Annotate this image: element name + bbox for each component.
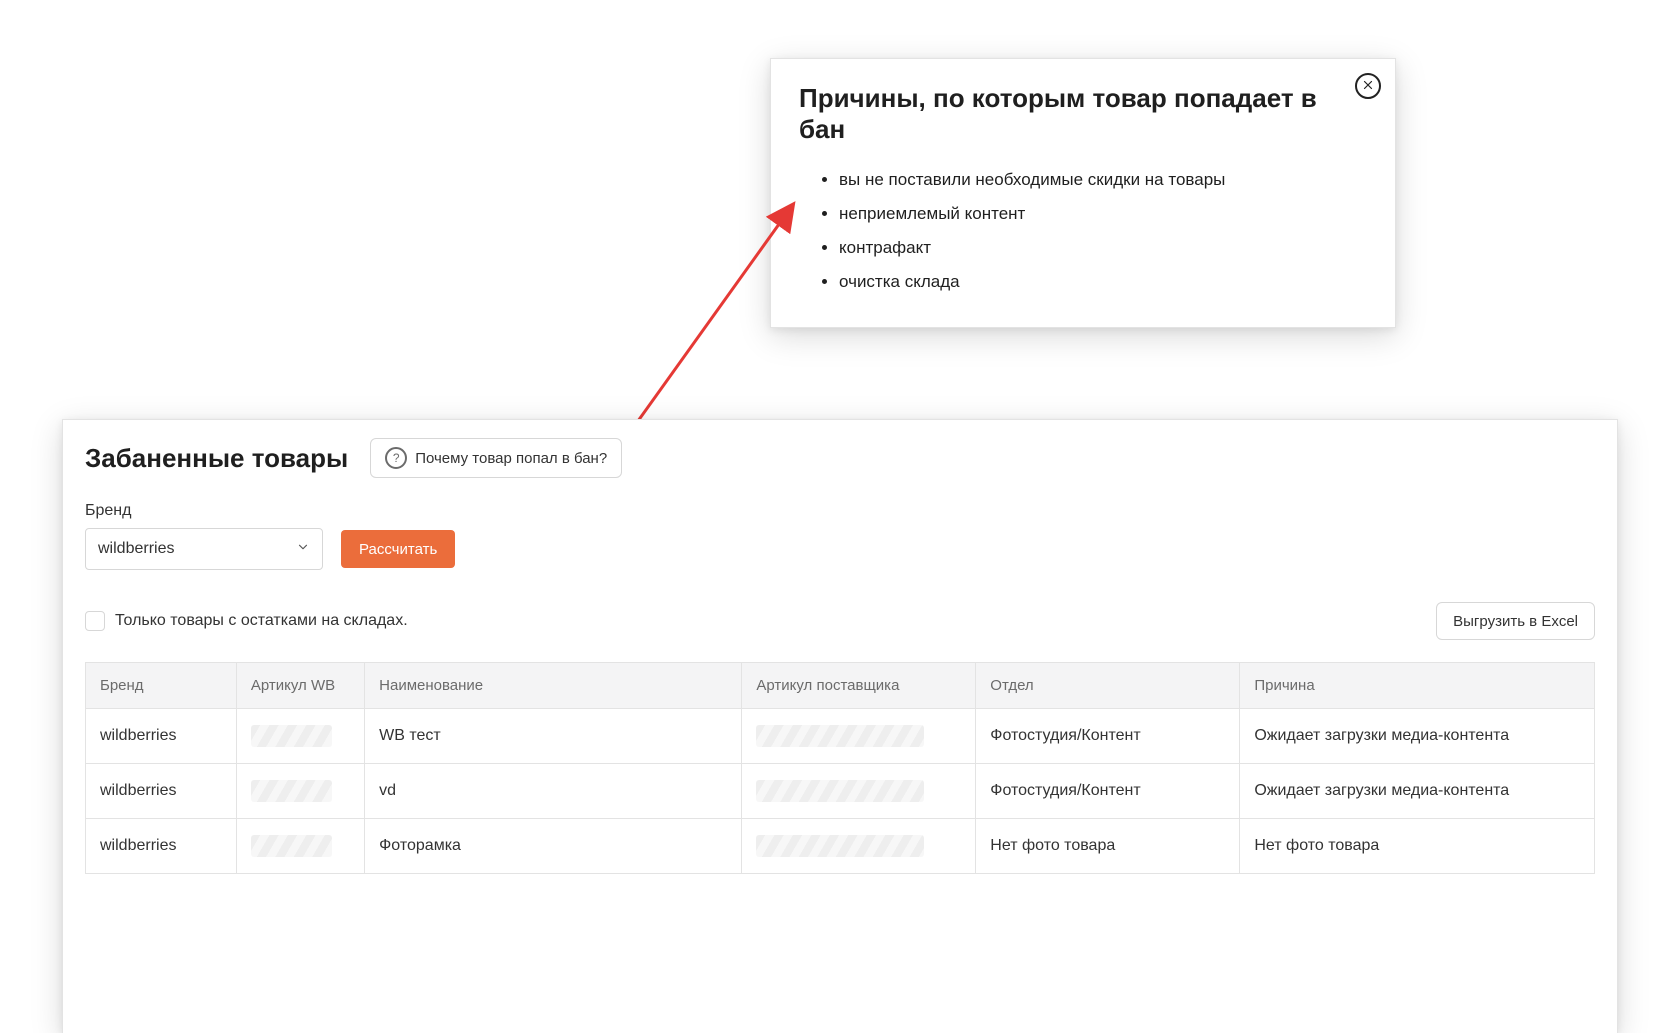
banned-products-panel: Забаненные товары ? Почему товар попал в…	[62, 419, 1618, 1033]
popover-title: Причины, по которым товар попадает в бан	[799, 83, 1367, 145]
cell-department: Фотостудия/Контент	[976, 709, 1240, 764]
cell-brand: wildberries	[86, 709, 237, 764]
chevron-down-icon	[296, 540, 310, 559]
cell-department: Нет фото товара	[976, 819, 1240, 874]
popover-item: неприемлемый контент	[839, 197, 1367, 231]
col-brand[interactable]: Бренд	[86, 663, 237, 709]
cell-name: vd	[365, 764, 742, 819]
col-supplier-article[interactable]: Артикул поставщика	[742, 663, 976, 709]
question-icon: ?	[385, 447, 407, 469]
cell-article-wb	[236, 764, 364, 819]
col-department[interactable]: Отдел	[976, 663, 1240, 709]
cell-reason: Ожидает загрузки медиа-контента	[1240, 764, 1595, 819]
col-reason[interactable]: Причина	[1240, 663, 1595, 709]
brand-field-label: Бренд	[85, 502, 1595, 520]
popover-item: контрафакт	[839, 231, 1367, 265]
brand-select-value: wildberries	[98, 540, 174, 558]
cell-brand: wildberries	[86, 764, 237, 819]
brand-select[interactable]: wildberries	[85, 528, 323, 570]
redacted-value	[251, 725, 332, 747]
cell-supplier-article	[742, 819, 976, 874]
table-row: wildberries vd Фотостудия/Контент Ожидае…	[86, 764, 1595, 819]
cell-article-wb	[236, 709, 364, 764]
cell-reason: Нет фото товара	[1240, 819, 1595, 874]
close-button[interactable]	[1355, 73, 1381, 99]
redacted-value	[756, 725, 924, 747]
why-banned-chip[interactable]: ? Почему товар попал в бан?	[370, 438, 622, 478]
cell-supplier-article	[742, 709, 976, 764]
close-icon	[1362, 78, 1374, 94]
table-row: wildberries WB тест Фотостудия/Контент О…	[86, 709, 1595, 764]
redacted-value	[756, 835, 924, 857]
cell-name: WB тест	[365, 709, 742, 764]
redacted-value	[756, 780, 924, 802]
popover-item: вы не поставили необходимые скидки на то…	[839, 163, 1367, 197]
col-article-wb[interactable]: Артикул WB	[236, 663, 364, 709]
checkbox-box	[85, 611, 105, 631]
export-excel-button[interactable]: Выгрузить в Excel	[1436, 602, 1595, 640]
cell-brand: wildberries	[86, 819, 237, 874]
redacted-value	[251, 780, 332, 802]
banned-products-table: Бренд Артикул WB Наименование Артикул по…	[85, 662, 1595, 874]
popover-list: вы не поставили необходимые скидки на то…	[799, 163, 1367, 299]
only-stock-label: Только товары с остатками на складах.	[115, 612, 408, 630]
cell-name: Фоторамка	[365, 819, 742, 874]
col-name[interactable]: Наименование	[365, 663, 742, 709]
table-row: wildberries Фоторамка Нет фото товара Не…	[86, 819, 1595, 874]
page-title: Забаненные товары	[85, 443, 348, 474]
cell-article-wb	[236, 819, 364, 874]
cell-reason: Ожидает загрузки медиа-контента	[1240, 709, 1595, 764]
cell-department: Фотостудия/Контент	[976, 764, 1240, 819]
cell-supplier-article	[742, 764, 976, 819]
only-stock-checkbox[interactable]: Только товары с остатками на складах.	[85, 611, 408, 631]
why-banned-label: Почему товар попал в бан?	[415, 450, 607, 467]
redacted-value	[251, 835, 332, 857]
ban-reasons-popover: Причины, по которым товар попадает в бан…	[770, 58, 1396, 328]
calculate-button[interactable]: Рассчитать	[341, 530, 455, 568]
popover-item: очистка склада	[839, 265, 1367, 299]
